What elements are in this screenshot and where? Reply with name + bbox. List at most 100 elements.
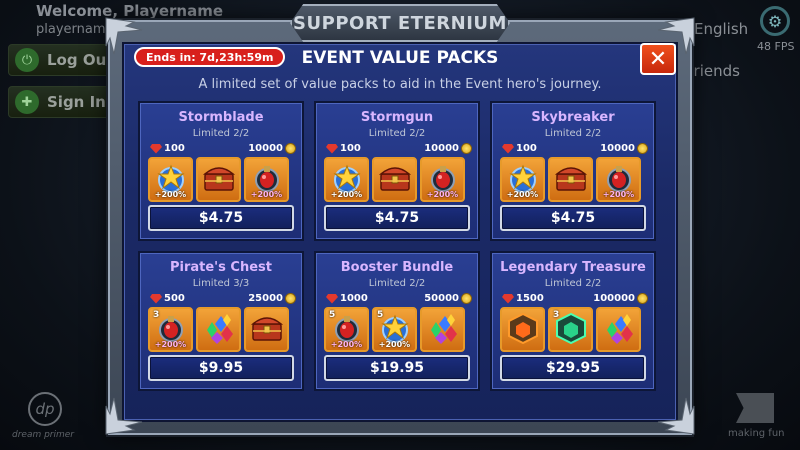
pack-items: +200% +200% [324,157,465,202]
bonus-badge: +200% [330,340,363,349]
gem-amount: 1000 [340,293,368,304]
signin-button[interactable]: ✚ Sign In [8,86,123,118]
gem-icon [502,143,514,154]
item-quantity: 5 [377,310,384,320]
reward-item: +200% [500,157,545,202]
gold-reward: 100000 [593,293,648,304]
pack-name: Booster Bundle [340,260,454,275]
buy-pack-button[interactable]: $9.95 [148,355,294,381]
gem-icon [150,143,162,154]
reward-item: 5 +200% [372,307,417,352]
buy-pack-button[interactable]: $4.75 [500,205,646,231]
item-quantity: 3 [153,310,160,320]
buy-pack-button[interactable]: $4.75 [148,205,294,231]
buy-pack-button[interactable]: $4.75 [324,205,470,231]
reward-item [244,307,289,352]
value-pack-card: Skybreaker Limited 2/2 100 10000 +200% +2… [490,101,656,241]
value-pack-card: Booster Bundle Limited 2/2 1000 50000 5 +… [314,251,480,391]
making-fun-text: making fun [728,428,785,439]
pack-items: +200% +200% [500,157,641,202]
reward-item: 5 +200% [324,307,369,352]
gold-amount: 10000 [248,143,283,154]
value-pack-card: Legendary Treasure Limited 2/2 1500 1000… [490,251,656,391]
gem-amount: 1500 [516,293,544,304]
gamepad-icon: ✚ [15,90,39,114]
gem-icon [326,143,338,154]
pack-limit: Limited 2/2 [368,128,426,139]
gem-amount: 100 [516,143,537,154]
language-button[interactable]: English [694,20,748,38]
pack-limit: Limited 2/2 [544,128,602,139]
pack-items: 5 +200% 5 +200% [324,307,465,352]
signin-label: Sign In [47,93,106,111]
item-quantity: 5 [329,310,336,320]
pack-name: Legendary Treasure [500,260,646,275]
pack-items: +200% +200% [148,157,289,202]
gold-reward: 50000 [424,293,472,304]
fps-counter: 48 FPS [757,40,795,53]
gold-coin-icon [461,143,472,154]
close-button[interactable]: ✕ [640,43,676,75]
pack-items: 3 [500,307,641,352]
gold-reward: 10000 [248,143,296,154]
gold-amount: 25000 [248,293,283,304]
gold-reward: 10000 [600,143,648,154]
reward-item [548,157,593,202]
gold-coin-icon [637,143,648,154]
pack-items: 3 +200% [148,307,289,352]
gem-icon [502,293,514,304]
window-title: SUPPORT ETERNIUM [290,4,510,42]
pack-limit: Limited 2/2 [192,128,250,139]
treasure-chest-icon [553,160,589,200]
reward-item [372,157,417,202]
friends-button[interactable]: Friends [686,62,740,80]
dream-primer-text: dream primer [12,430,75,440]
treasure-chest-icon [201,160,237,200]
gold-reward: 10000 [424,143,472,154]
dialog-subtitle: A limited set of value packs to aid in t… [198,77,602,92]
gold-amount: 10000 [600,143,635,154]
close-icon: ✕ [648,46,668,72]
gold-amount: 100000 [593,293,635,304]
gem-icon [326,293,338,304]
settings-gear-icon[interactable]: ⚙ [760,6,790,36]
bonus-badge: +200% [154,190,187,199]
value-pack-card: Stormblade Limited 2/2 100 10000 +200% +2… [138,101,304,241]
corner-ornament-icon [104,396,144,436]
pack-name: Stormblade [178,110,264,125]
logout-icon: ⏻ [15,48,39,72]
reward-item [500,307,545,352]
bonus-badge: +200% [154,340,187,349]
gem-reward: 100 [326,143,361,154]
buy-pack-button[interactable]: $29.95 [500,355,646,381]
gold-reward: 25000 [248,293,296,304]
gem-amount: 100 [340,143,361,154]
buy-pack-button[interactable]: $19.95 [324,355,470,381]
gem-icon [150,293,162,304]
gem-reward: 1500 [502,293,544,304]
reward-item: 3 +200% [148,307,193,352]
pack-name: Stormgun [360,110,434,125]
gold-coin-icon [461,293,472,304]
reward-item: +200% [420,157,465,202]
reward-item: +200% [596,157,641,202]
gem-pile-icon [201,310,237,350]
bonus-badge: +200% [506,190,539,199]
gold-coin-icon [285,143,296,154]
value-pack-card: Pirate's Chest Limited 3/3 500 25000 3 +2… [138,251,304,391]
pack-limit: Limited 2/2 [368,278,426,289]
gem-pile-icon [425,310,461,350]
treasure-chest-icon [249,310,285,350]
dream-primer-logo: dp [28,392,62,426]
corner-ornament-icon [656,396,696,436]
gem-reward: 1000 [326,293,368,304]
reward-item [596,307,641,352]
gem-reward: 100 [150,143,185,154]
bonus-badge: +200% [426,190,459,199]
value-pack-card: Stormgun Limited 2/2 100 10000 +200% +200… [314,101,480,241]
reward-item [196,307,241,352]
orange-cube-icon [505,310,541,350]
bonus-badge: +200% [250,190,283,199]
reward-item: 3 [548,307,593,352]
pack-grid: Stormblade Limited 2/2 100 10000 +200% +2… [138,101,662,391]
